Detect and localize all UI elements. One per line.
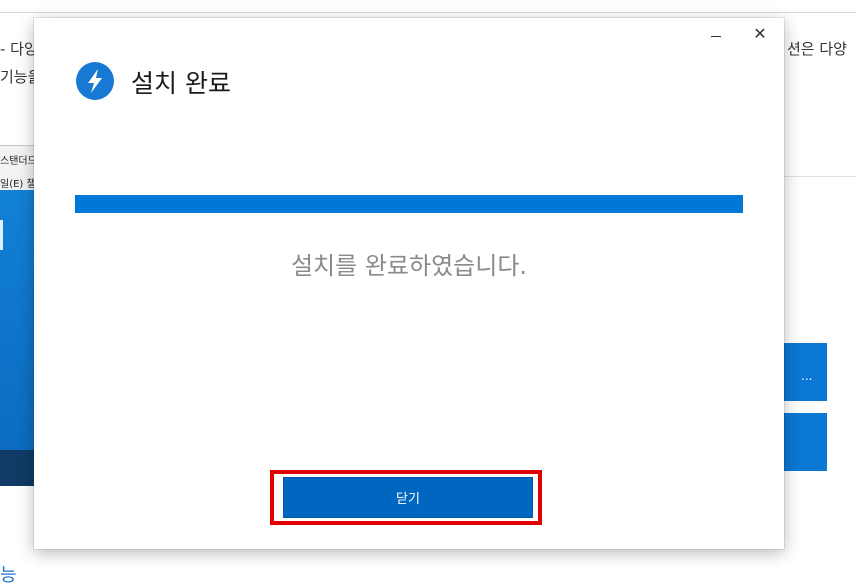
background-divider [784,176,856,177]
minimize-button[interactable] [704,24,728,44]
lightning-icon [76,62,114,100]
background-button[interactable] [784,413,827,471]
install-complete-dialog: ✕ 설치 완료 설치를 완료하였습니다. 닫기 [34,18,784,549]
close-button-label: 닫기 [396,492,420,507]
background-text: - 다양 [0,40,38,58]
background-window-title: 스탠더드 [0,156,34,167]
background-window-footer [0,450,34,486]
background-window-content [0,190,34,450]
background-window: 스탠더드 일(E) 챌 [0,145,34,486]
background-window-menu: 일(E) 챌 [0,179,34,190]
progress-bar-fill [75,195,743,213]
background-button-label: ... [801,369,813,383]
close-icon: ✕ [753,24,767,43]
progress-bar [75,195,743,213]
status-message: 설치를 완료하였습니다. [290,252,528,280]
background-text: 션은 다양 [787,40,847,58]
close-button[interactable]: 닫기 [283,477,533,518]
background-heading: 능 [0,565,17,586]
window-close-button[interactable]: ✕ [748,24,772,44]
background-button[interactable]: ... [784,343,827,401]
dialog-title: 설치 완료 [131,69,231,98]
background-divider [0,12,856,13]
